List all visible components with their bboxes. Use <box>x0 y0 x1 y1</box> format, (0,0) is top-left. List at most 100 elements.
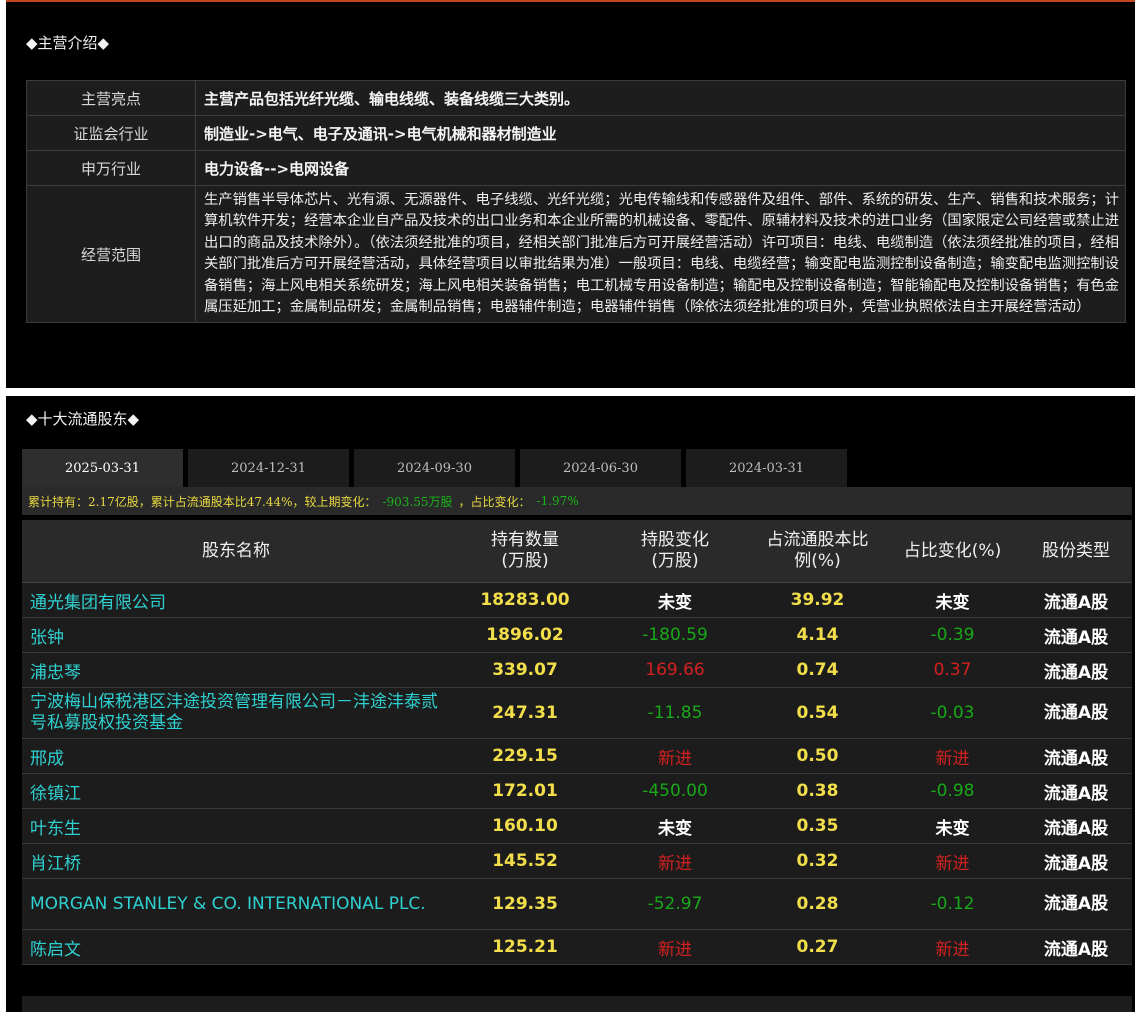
holding-qty: 145.52 <box>450 843 600 879</box>
holders-header-row: 股东名称 持有数量 (万股) 持股变化 (万股) 占流通股本比 例(%) 占比变… <box>22 520 1132 583</box>
holders-table: 股东名称 持有数量 (万股) 持股变化 (万股) 占流通股本比 例(%) 占比变… <box>22 520 1132 965</box>
share-type: 流通A股 <box>1020 687 1132 739</box>
share-type: 流通A股 <box>1020 808 1132 844</box>
holding-qty: 172.01 <box>450 773 600 809</box>
float-ratio: 0.74 <box>750 652 885 688</box>
table-row: 通光集团有限公司 18283.00 未变 39.92 未变 流通A股 <box>22 582 1132 618</box>
ratio-change: -0.03 <box>885 687 1020 739</box>
col-holding-change-text: 持股变化 (万股) <box>641 530 709 571</box>
intro-section-title: ◆主营介绍◆ <box>26 34 110 52</box>
period-tabs: 2025-03-31 2024-12-31 2024-09-30 2024-06… <box>22 449 852 487</box>
intro-value: 电力设备-->电网设备 <box>195 150 1126 186</box>
intro-table: 主营亮点 主营产品包括光纤光缆、输电线缆、装备线缆三大类别。 证监会行业 制造业… <box>26 80 1126 324</box>
table-row: 宁波梅山保税港区沣途投资管理有限公司－沣途沣泰贰号私募股权投资基金 247.31… <box>22 687 1132 739</box>
intro-row-csrc-industry: 证监会行业 制造业->电气、电子及通讯->电气机械和器材制造业 <box>26 115 1126 151</box>
holder-name-link[interactable]: 肖江桥 <box>22 843 450 879</box>
table-row: 邢成 229.15 新进 0.50 新进 流通A股 <box>22 738 1132 774</box>
holder-name-link[interactable]: 邢成 <box>22 738 450 774</box>
holding-change: 169.66 <box>600 652 750 688</box>
ratio-change: -0.12 <box>885 878 1020 930</box>
holding-qty: 247.31 <box>450 687 600 739</box>
col-holding-qty-text: 持有数量 (万股) <box>491 530 559 571</box>
holder-name-link[interactable]: 徐镇江 <box>22 773 450 809</box>
summary-mid: ，占比变化： <box>458 494 531 509</box>
float-ratio: 0.54 <box>750 687 885 739</box>
col-holder-name: 股东名称 <box>22 520 450 583</box>
share-type: 流通A股 <box>1020 878 1132 930</box>
ratio-change: 新进 <box>885 929 1020 965</box>
holding-change: 未变 <box>600 808 750 844</box>
holding-change: -11.85 <box>600 687 750 739</box>
table-row: 肖江桥 145.52 新进 0.32 新进 流通A股 <box>22 843 1132 879</box>
ratio-change: -0.39 <box>885 617 1020 653</box>
holder-name-link[interactable]: 通光集团有限公司 <box>22 582 450 618</box>
col-holding-qty: 持有数量 (万股) <box>450 520 600 583</box>
float-ratio: 0.27 <box>750 929 885 965</box>
col-ratio-change: 占比变化(%) <box>885 520 1020 583</box>
summary-prefix: 累计持有：2.17亿股，累计占流通股本比47.44%，较上期变化： <box>28 494 377 509</box>
summary-change: -903.55万股 <box>382 494 453 509</box>
holder-name-link[interactable]: 叶东生 <box>22 808 450 844</box>
table-row: 叶东生 160.10 未变 0.35 未变 流通A股 <box>22 808 1132 844</box>
holding-qty: 229.15 <box>450 738 600 774</box>
summary-ratio-change: -1.97% <box>536 494 579 508</box>
tab-2024-12-31[interactable]: 2024-12-31 <box>188 449 349 487</box>
holding-change: -180.59 <box>600 617 750 653</box>
intro-row-highlight: 主营亮点 主营产品包括光纤光缆、输电线缆、装备线缆三大类别。 <box>26 80 1126 116</box>
ratio-change: 未变 <box>885 808 1020 844</box>
col-float-ratio-text: 占流通股本比 例(%) <box>766 530 869 571</box>
table-row: 徐镇江 172.01 -450.00 0.38 -0.98 流通A股 <box>22 773 1132 809</box>
float-ratio: 0.35 <box>750 808 885 844</box>
holding-qty: 160.10 <box>450 808 600 844</box>
ratio-change: 未变 <box>885 582 1020 618</box>
holder-name-link[interactable]: 浦忠琴 <box>22 652 450 688</box>
holding-change: 新进 <box>600 738 750 774</box>
ratio-change: -0.98 <box>885 773 1020 809</box>
tab-2024-06-30[interactable]: 2024-06-30 <box>520 449 681 487</box>
table-footer <box>22 996 1132 1012</box>
top-holders-panel: ◆十大流通股东◆ 2025-03-31 2024-12-31 2024-09-3… <box>6 396 1135 1012</box>
intro-row-scope: 经营范围 生产销售半导体芯片、光有源、无源器件、电子线缆、光纤光缆；光电传输线和… <box>26 184 1126 324</box>
holding-change: 新进 <box>600 843 750 879</box>
ratio-change: 新进 <box>885 738 1020 774</box>
tab-2025-03-31[interactable]: 2025-03-31 <box>22 449 183 487</box>
table-row: MORGAN STANLEY & CO. INTERNATIONAL PLC. … <box>22 878 1132 930</box>
holding-change: -52.97 <box>600 878 750 930</box>
share-type: 流通A股 <box>1020 929 1132 965</box>
share-type: 流通A股 <box>1020 773 1132 809</box>
holding-summary: 累计持有：2.17亿股，累计占流通股本比47.44%，较上期变化： -903.5… <box>22 487 1132 515</box>
holder-name-link[interactable]: 张钟 <box>22 617 450 653</box>
holder-name-link[interactable]: 宁波梅山保税港区沣途投资管理有限公司－沣途沣泰贰号私募股权投资基金 <box>22 687 450 739</box>
col-float-ratio: 占流通股本比 例(%) <box>750 520 885 583</box>
intro-row-sw-industry: 申万行业 电力设备-->电网设备 <box>26 150 1126 186</box>
float-ratio: 0.50 <box>750 738 885 774</box>
holding-qty: 125.21 <box>450 929 600 965</box>
float-ratio: 0.28 <box>750 878 885 930</box>
share-type: 流通A股 <box>1020 843 1132 879</box>
tab-2024-03-31[interactable]: 2024-03-31 <box>686 449 847 487</box>
share-type: 流通A股 <box>1020 652 1132 688</box>
holder-name-link[interactable]: MORGAN STANLEY & CO. INTERNATIONAL PLC. <box>22 878 450 930</box>
holding-qty: 18283.00 <box>450 582 600 618</box>
holding-change: -450.00 <box>600 773 750 809</box>
col-share-type: 股份类型 <box>1020 520 1132 583</box>
holding-qty: 339.07 <box>450 652 600 688</box>
intro-label: 经营范围 <box>26 184 196 324</box>
business-scope-text: 生产销售半导体芯片、光有源、无源器件、电子线缆、光纤光缆；光电传输线和传感器件及… <box>195 184 1126 324</box>
col-holding-change: 持股变化 (万股) <box>600 520 750 583</box>
share-type: 流通A股 <box>1020 582 1132 618</box>
ratio-change: 0.37 <box>885 652 1020 688</box>
holding-qty: 1896.02 <box>450 617 600 653</box>
tab-2024-09-30[interactable]: 2024-09-30 <box>354 449 515 487</box>
intro-label: 主营亮点 <box>26 80 196 116</box>
main-business-panel: ◆主营介绍◆ 主营亮点 主营产品包括光纤光缆、输电线缆、装备线缆三大类别。 证监… <box>6 0 1135 388</box>
table-row: 张钟 1896.02 -180.59 4.14 -0.39 流通A股 <box>22 617 1132 653</box>
share-type: 流通A股 <box>1020 617 1132 653</box>
holders-section-title: ◆十大流通股东◆ <box>26 410 140 428</box>
holder-name-link[interactable]: 陈启文 <box>22 929 450 965</box>
float-ratio: 0.38 <box>750 773 885 809</box>
intro-value: 主营产品包括光纤光缆、输电线缆、装备线缆三大类别。 <box>195 80 1126 116</box>
holding-change: 未变 <box>600 582 750 618</box>
share-type: 流通A股 <box>1020 738 1132 774</box>
float-ratio: 39.92 <box>750 582 885 618</box>
